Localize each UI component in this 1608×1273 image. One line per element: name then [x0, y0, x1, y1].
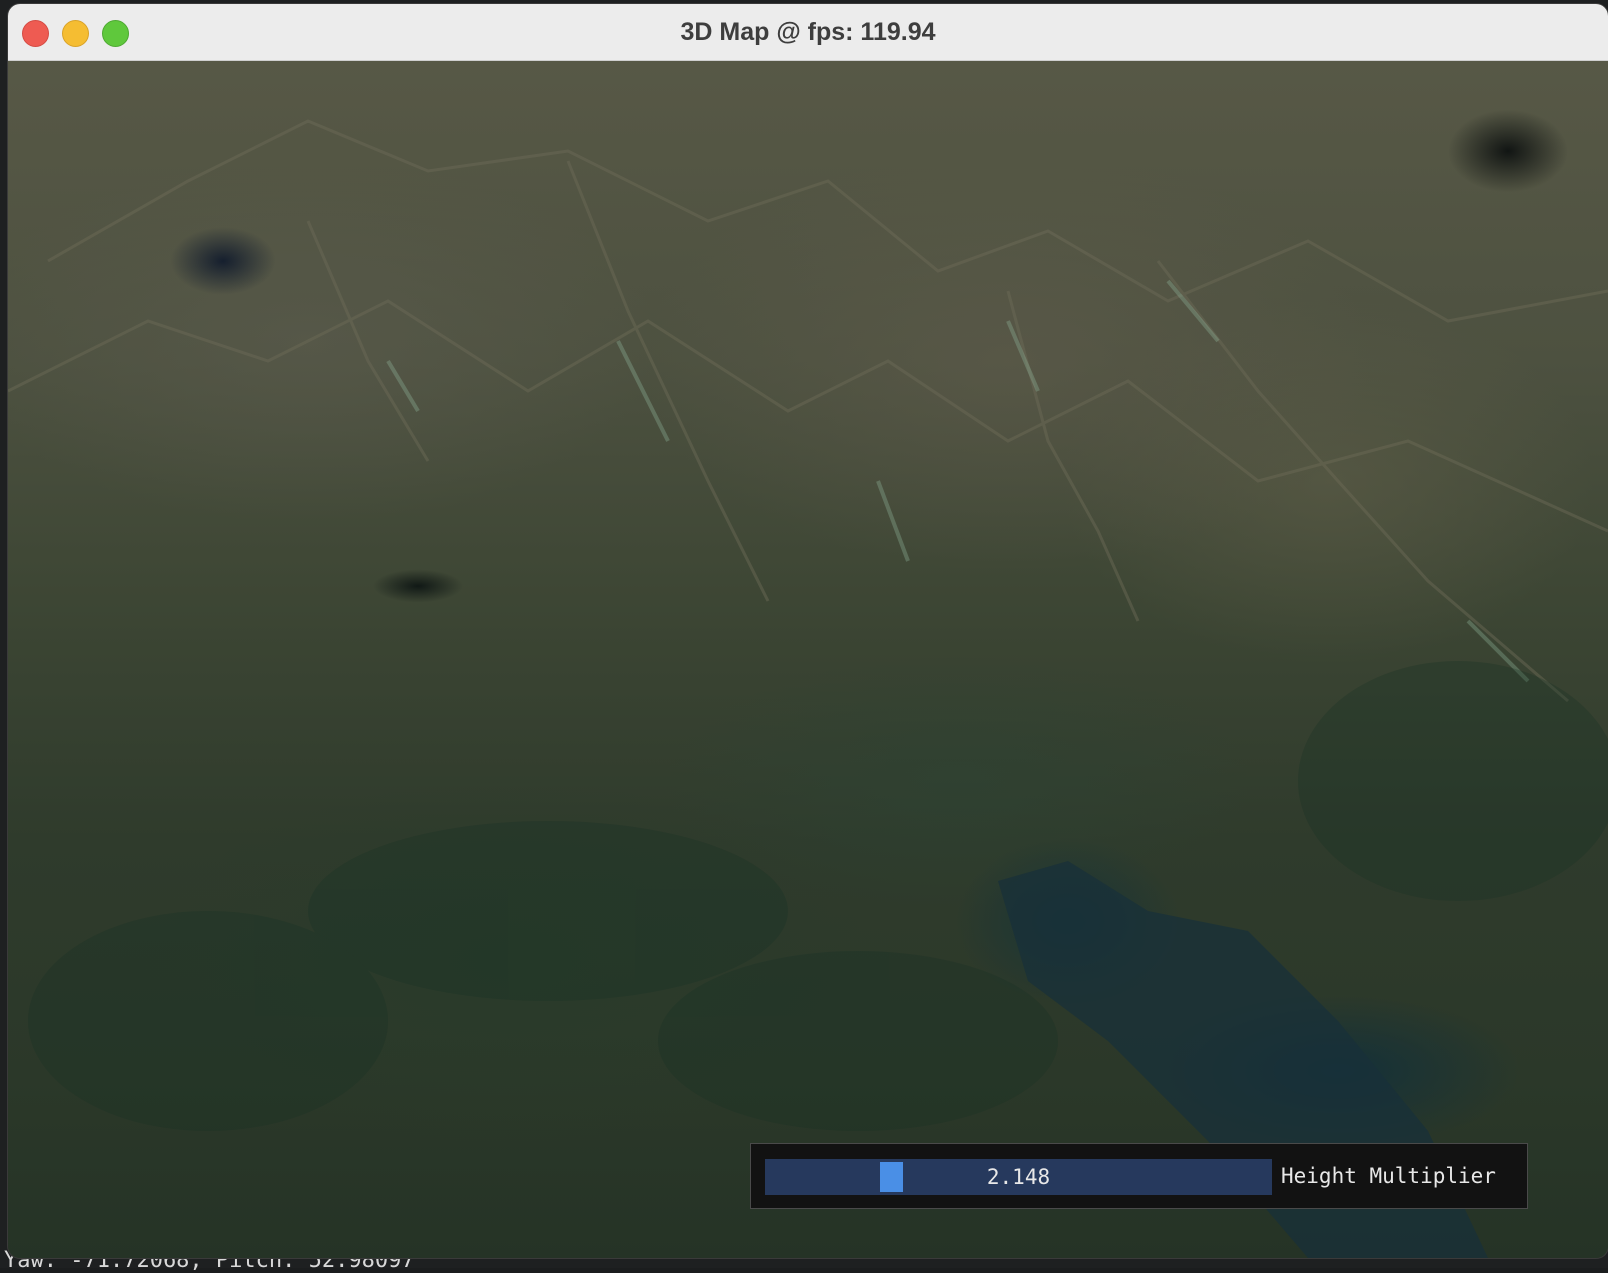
3d-map-viewport[interactable]: 2.148 Height Multiplier	[8, 61, 1608, 1258]
terrain-render	[8, 119, 1608, 1258]
map-window: 3D Map @ fps: 119.94 2.148 Height Multip…	[8, 4, 1608, 1258]
desktop-background: Yaw: -71.72068, Pitch: 52.98097 3D Map @…	[0, 0, 1608, 1273]
window-titlebar[interactable]: 3D Map @ fps: 119.94	[8, 4, 1608, 61]
height-multiplier-panel: 2.148 Height Multiplier	[750, 1143, 1528, 1209]
slider-value: 2.148	[986, 1165, 1051, 1189]
height-multiplier-slider[interactable]: 2.148	[765, 1159, 1272, 1195]
slider-label: Height Multiplier	[1281, 1164, 1496, 1188]
window-title: 3D Map @ fps: 119.94	[680, 18, 936, 46]
